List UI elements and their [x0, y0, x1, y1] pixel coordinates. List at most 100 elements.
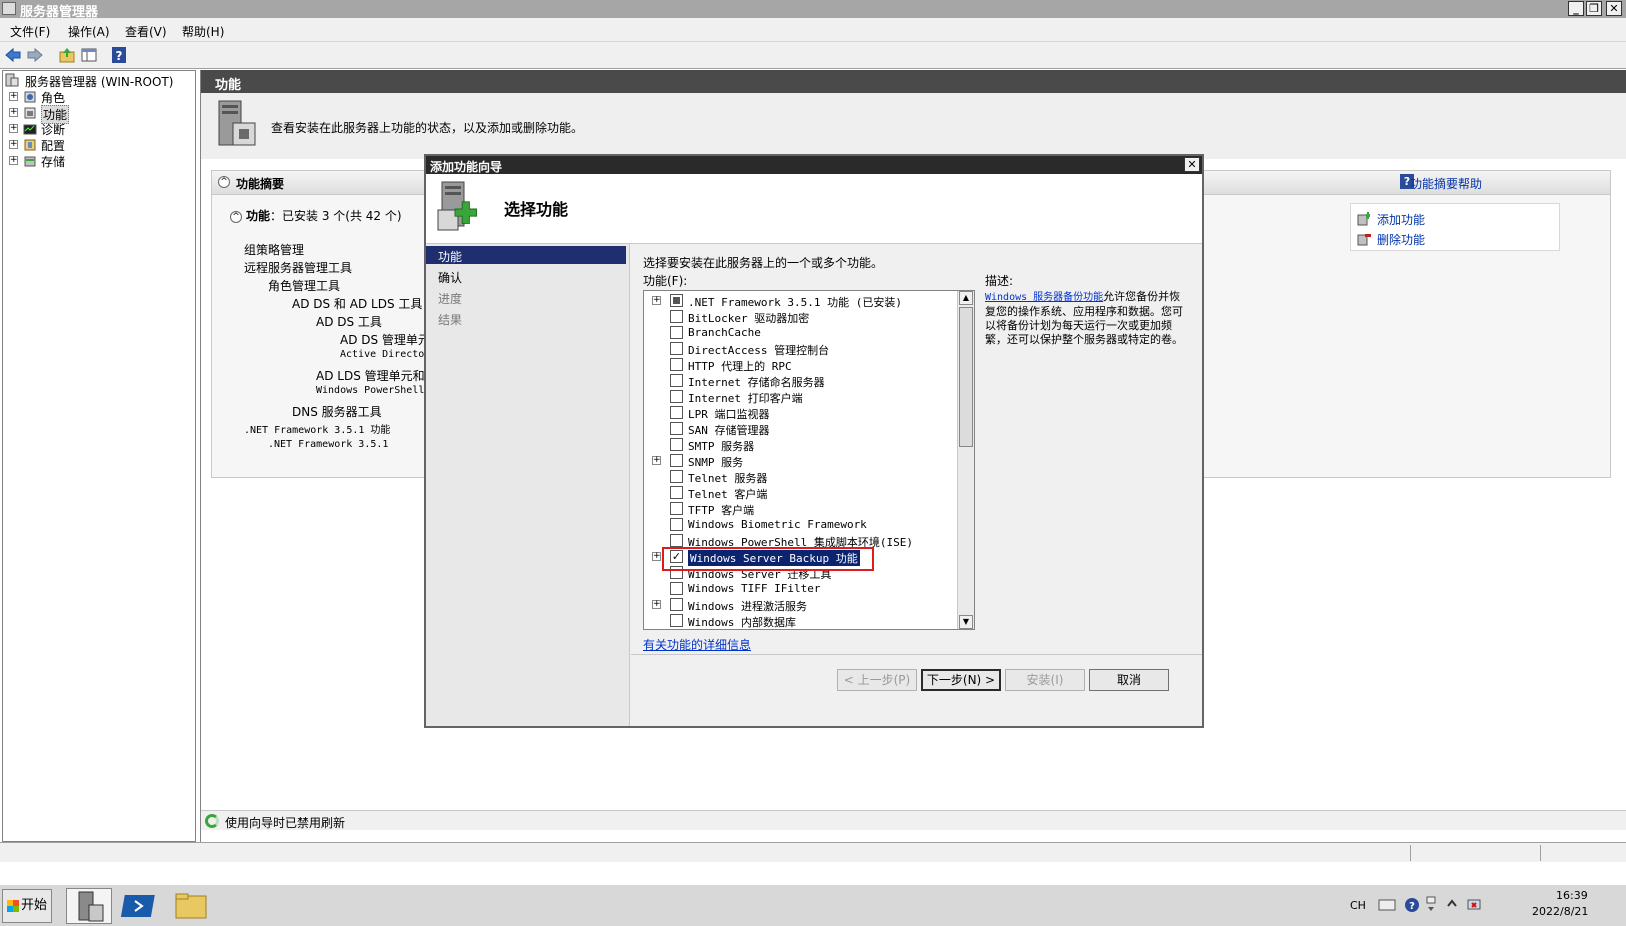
- expand-icon[interactable]: +: [9, 108, 18, 117]
- feature-checkbox[interactable]: [670, 390, 683, 403]
- cancel-button[interactable]: 取消: [1089, 669, 1169, 691]
- forward-icon[interactable]: [26, 46, 44, 64]
- feature-checkbox[interactable]: [670, 342, 683, 355]
- help-icon[interactable]: ?: [1404, 897, 1420, 913]
- next-button[interactable]: 下一步(N) >: [921, 669, 1001, 691]
- feature-row[interactable]: + Windows 进程激活服务: [644, 597, 956, 613]
- feature-checkbox[interactable]: [670, 518, 683, 531]
- features-scrollbar[interactable]: ▲ ▼: [957, 291, 974, 629]
- feature-checkbox[interactable]: [670, 406, 683, 419]
- minimize-button[interactable]: _: [1568, 1, 1584, 16]
- help-icon[interactable]: ?: [110, 46, 128, 64]
- feature-label: SMTP 服务器: [688, 440, 755, 453]
- feature-row[interactable]: Windows Biometric Framework: [644, 517, 956, 533]
- network-icon[interactable]: [1466, 897, 1482, 913]
- feature-row[interactable]: HTTP 代理上的 RPC: [644, 357, 956, 373]
- expand-icon[interactable]: +: [9, 140, 18, 149]
- features-summary-help-link[interactable]: 功能摘要帮助: [1410, 175, 1482, 192]
- feature-checkbox[interactable]: [670, 598, 683, 611]
- feature-checkbox[interactable]: [670, 502, 683, 515]
- feature-checkbox[interactable]: [670, 374, 683, 387]
- taskbar-powershell[interactable]: [118, 888, 164, 924]
- configuration-icon: [24, 139, 36, 151]
- feature-row[interactable]: Windows 内部数据库: [644, 613, 956, 629]
- feature-row[interactable]: Windows TIFF IFilter: [644, 581, 956, 597]
- notification-icon[interactable]: [1424, 895, 1438, 915]
- more-info-link[interactable]: 有关功能的详细信息: [643, 636, 751, 653]
- start-button[interactable]: 开始: [2, 889, 52, 923]
- menu-help[interactable]: 帮助(H): [182, 23, 224, 40]
- expand-icon[interactable]: +: [9, 92, 18, 101]
- wizard-close-button[interactable]: ✕: [1184, 157, 1200, 172]
- feature-row[interactable]: DirectAccess 管理控制台: [644, 341, 956, 357]
- up-folder-icon[interactable]: [58, 46, 76, 64]
- scroll-up-button[interactable]: ▲: [959, 291, 973, 305]
- feature-label: SAN 存储管理器: [688, 424, 770, 437]
- svg-text:?: ?: [116, 49, 123, 63]
- description-link[interactable]: Windows 服务器备份功能: [985, 292, 1103, 303]
- expand-icon[interactable]: +: [652, 456, 661, 465]
- back-icon[interactable]: [4, 46, 22, 64]
- feature-row[interactable]: TFTP 客户端: [644, 501, 956, 517]
- features-summary-title: 功能摘要: [236, 177, 285, 191]
- feature-checkbox[interactable]: [670, 534, 683, 547]
- remove-features-link[interactable]: 删除功能: [1377, 231, 1425, 248]
- feature-row[interactable]: BranchCache: [644, 325, 956, 341]
- feature-label: Internet 存储命名服务器: [688, 376, 825, 389]
- menu-action[interactable]: 操作(A): [68, 23, 110, 40]
- feature-row[interactable]: Internet 存储命名服务器: [644, 373, 956, 389]
- feature-row[interactable]: SMTP 服务器: [644, 437, 956, 453]
- feature-row[interactable]: + SNMP 服务: [644, 453, 956, 469]
- feature-row[interactable]: + .NET Framework 3.5.1 功能 (已安装): [644, 293, 956, 309]
- feature-checkbox[interactable]: [670, 310, 683, 323]
- features-list[interactable]: Windows 内部数据库 + Windows 进程激活服务 Windows TIFF…: [643, 290, 975, 630]
- expand-icon[interactable]: +: [652, 552, 661, 561]
- show-hide-console-tree-icon[interactable]: [80, 46, 98, 64]
- clock-date[interactable]: 2022/8/21: [1532, 905, 1588, 926]
- feature-checkbox[interactable]: [670, 326, 683, 339]
- restore-button[interactable]: ❐: [1586, 1, 1602, 16]
- feature-checkbox[interactable]: [670, 358, 683, 371]
- feature-checkbox[interactable]: [670, 470, 683, 483]
- feature-checkbox[interactable]: [670, 294, 683, 307]
- feature-label: BranchCache: [688, 326, 761, 339]
- feature-row[interactable]: BitLocker 驱动器加密: [644, 309, 956, 325]
- expand-icon[interactable]: +: [9, 124, 18, 133]
- taskbar-explorer[interactable]: [168, 888, 214, 924]
- expand-icon[interactable]: +: [652, 600, 661, 609]
- feature-checkbox[interactable]: [670, 614, 683, 627]
- menu-file[interactable]: 文件(F): [10, 23, 50, 40]
- feature-label: .NET Framework 3.5.1 功能 (已安装): [688, 296, 902, 309]
- feature-checkbox[interactable]: [670, 438, 683, 451]
- tree-item-label: 诊断: [41, 123, 66, 137]
- expand-icon[interactable]: +: [652, 296, 661, 305]
- show-hidden-icons-icon[interactable]: [1446, 897, 1458, 911]
- feature-row[interactable]: Telnet 服务器: [644, 469, 956, 485]
- feature-checkbox[interactable]: [670, 486, 683, 499]
- expand-icon[interactable]: +: [9, 156, 18, 165]
- feature-checkbox[interactable]: [670, 454, 683, 467]
- install-button[interactable]: 安装(I): [1005, 669, 1085, 691]
- close-button[interactable]: ✕: [1606, 1, 1622, 16]
- step-features[interactable]: 功能: [426, 246, 626, 264]
- scroll-thumb[interactable]: [959, 307, 973, 447]
- taskbar-server-manager[interactable]: [66, 888, 112, 924]
- previous-button[interactable]: < 上一步(P): [837, 669, 917, 691]
- scroll-down-button[interactable]: ▼: [959, 615, 973, 629]
- collapse-icon[interactable]: ^: [218, 176, 230, 188]
- input-language[interactable]: CH: [1350, 899, 1366, 926]
- feature-row[interactable]: Telnet 客户端: [644, 485, 956, 501]
- feature-row[interactable]: Internet 打印客户端: [644, 389, 956, 405]
- add-features-link[interactable]: 添加功能: [1377, 211, 1425, 228]
- menu-view[interactable]: 查看(V): [125, 23, 167, 40]
- tree-root-label: 服务器管理器 (WIN-ROOT): [25, 75, 174, 89]
- feature-row[interactable]: SAN 存储管理器: [644, 421, 956, 437]
- feature-checkbox[interactable]: [670, 422, 683, 435]
- keyboard-icon[interactable]: [1378, 897, 1396, 913]
- wizard-content: 选择要安装在此服务器上的一个或多个功能。 功能(F): Windows 内部数据…: [631, 244, 1202, 654]
- step-confirm[interactable]: 确认: [426, 267, 626, 285]
- feature-row[interactable]: LPR 端口监视器: [644, 405, 956, 421]
- installed-feature: DNS 服务器工具: [292, 405, 382, 419]
- collapse-icon[interactable]: ^: [230, 211, 242, 223]
- feature-checkbox[interactable]: [670, 582, 683, 595]
